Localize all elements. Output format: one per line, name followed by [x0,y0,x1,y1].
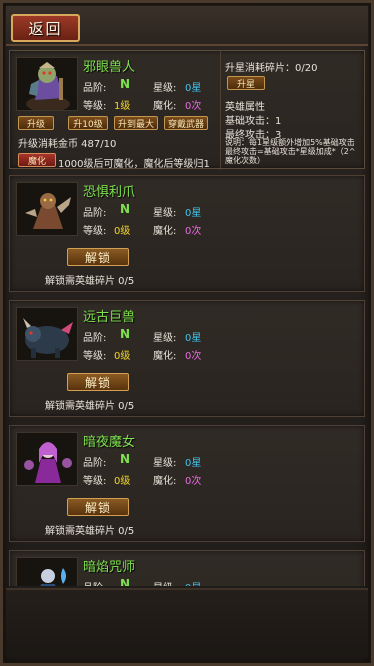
base-attack-text: 基础攻击：1 [225,116,282,127]
equip-weapon-button[interactable]: 穿戴武器 [164,116,208,130]
hero-portrait [16,307,78,361]
star-label: 星级: [153,208,177,219]
grade-value: N [120,577,131,586]
unlock-requirement: 解锁需英雄碎片 0/5 [45,401,135,412]
hero-portrait [16,432,78,486]
orc-portrait-icon [17,58,77,110]
hero-card[interactable]: 恐惧利爪 品阶: N 星级: 0星 等级: 0级 魔化: 0次 解锁 解锁需英雄… [9,175,365,292]
star-value: 0星 [185,333,202,344]
hero-card[interactable]: 暗焰咒师 品阶: N 星级: 0星 [9,550,365,586]
night-witch-portrait-icon [17,433,77,485]
attr-note-line-3: 魔化次数） [225,156,265,165]
unlock-requirement: 解锁需英雄碎片 0/5 [45,276,135,287]
magic-value: 0次 [185,351,202,362]
upgrade-button[interactable]: 升级 [18,116,54,130]
upgrade-cost-text: 升级消耗金币 487/10 [18,139,117,150]
hero-name: 暗夜魔女 [83,435,136,450]
unlock-button[interactable]: 解锁 [67,248,129,266]
magic-note-text: 1000级后可魔化，魔化后等级归1 [58,159,210,170]
grade-label: 品阶: [83,333,107,344]
hero-portrait [16,57,78,111]
grade-value: N [120,77,131,91]
star-label: 星级: [153,83,177,94]
grade-label: 品阶: [83,208,107,219]
hero-name: 暗焰咒师 [83,560,136,575]
hero-portrait [16,557,78,586]
magic-label: 魔化: [153,351,177,362]
hero-name: 邪眼兽人 [83,60,136,75]
hero-card[interactable]: 暗夜魔女 品阶: N 星级: 0星 等级: 0级 魔化: 0次 解锁 解锁需英雄… [9,425,365,542]
upgrade-10-button[interactable]: 升10级 [68,116,108,130]
grade-value: N [120,327,131,341]
ancient-beast-portrait-icon [17,308,77,360]
claw-beast-portrait-icon [17,183,77,235]
star-up-button[interactable]: 升星 [227,76,265,90]
unlock-requirement: 解锁需英雄碎片 0/5 [45,526,135,537]
star-cost-text: 升星消耗碎片：0/20 [225,63,318,74]
grade-label: 品阶: [83,83,107,94]
magic-label: 魔化: [153,101,177,112]
hero-name: 恐惧利爪 [83,185,136,200]
grade-value: N [120,452,131,466]
bottom-bar [6,588,368,658]
unlock-button[interactable]: 解锁 [67,498,129,516]
star-value: 0星 [185,579,201,586]
attr-note-line-1: 说明：每1星级额外增加5%基础攻击 [225,138,355,147]
magic-value: 0次 [185,226,202,237]
level-value: 0级 [114,476,131,487]
level-label: 等级: [83,351,107,362]
level-value: 0级 [114,351,131,362]
attr-note: 说明：每1星级额外增加5%基础攻击 最终攻击=基础攻击*星级加成*（2^ 魔化次… [225,138,365,165]
level-label: 等级: [83,476,107,487]
hero-list[interactable]: 邪眼兽人 品阶: N 星级: 0星 等级: 1级 魔化: 0次 升级 升10级 … [9,50,365,586]
level-label: 等级: [83,226,107,237]
back-button[interactable]: 返回 [11,14,80,42]
header-bar: 返回 [6,6,368,46]
hero-name: 远古巨兽 [83,310,136,325]
level-value: 0级 [114,226,131,237]
dark-flame-caster-portrait-icon [17,558,77,586]
hero-card[interactable]: 远古巨兽 品阶: N 星级: 0星 等级: 0级 魔化: 0次 解锁 解锁需英雄… [9,300,365,417]
star-value: 0星 [185,458,202,469]
star-label: 星级: [153,579,176,586]
grade-label: 品阶: [83,579,106,586]
level-label: 等级: [83,101,107,112]
upgrade-max-button[interactable]: 升到最大 [114,116,158,130]
grade-value: N [120,202,131,216]
star-label: 星级: [153,458,177,469]
attr-title: 英雄属性 [225,102,265,113]
magic-button[interactable]: 魔化 [18,153,56,167]
star-label: 星级: [153,333,177,344]
magic-label: 魔化: [153,226,177,237]
magic-value: 0次 [185,476,202,487]
star-value: 0星 [185,83,202,94]
magic-value: 0次 [185,101,202,112]
magic-label: 魔化: [153,476,177,487]
star-value: 0星 [185,208,202,219]
grade-label: 品阶: [83,458,107,469]
hero-portrait [16,182,78,236]
level-value: 1级 [114,101,131,112]
hero-attribute-panel: 升星消耗碎片：0/20 升星 英雄属性 基础攻击：1 最终攻击：3 说明：每1星… [220,51,365,170]
attr-note-line-2: 最终攻击=基础攻击*星级加成*（2^ [225,147,356,156]
selected-hero-card[interactable]: 邪眼兽人 品阶: N 星级: 0星 等级: 1级 魔化: 0次 升级 升10级 … [9,50,365,170]
unlock-button[interactable]: 解锁 [67,373,129,391]
